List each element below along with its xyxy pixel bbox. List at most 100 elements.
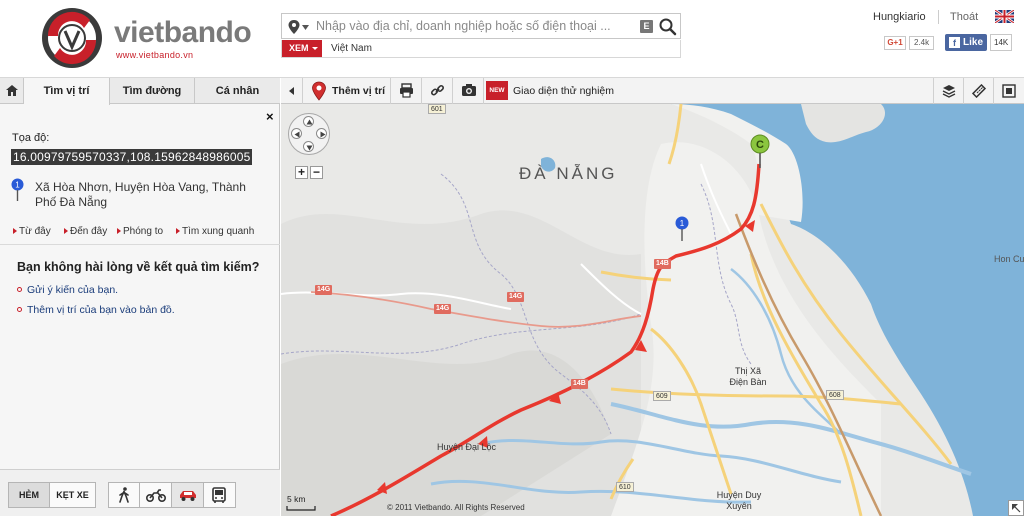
road-shield: 14B [571,379,588,389]
fullscreen-button[interactable] [993,78,1024,104]
send-feedback-link[interactable]: Gửi ý kiến của bạn. [17,284,118,296]
from-here-link[interactable]: Từ đây [13,226,51,237]
layers-icon [942,85,956,98]
measure-button[interactable] [963,78,993,104]
add-location-link[interactable]: Thêm vị trí của bạn vào bản đồ. [17,304,175,316]
to-here-link[interactable]: Đến đây [64,226,107,237]
logo[interactable]: vietbando www.vietbando.vn [40,6,260,72]
tab-personal[interactable]: Cá nhân [195,78,280,104]
layers-button[interactable] [933,78,963,104]
tab-home[interactable] [0,78,24,104]
mode-motorbike-button[interactable] [140,482,172,508]
divider [938,10,939,24]
tab-find-route[interactable]: Tìm đường [110,78,195,104]
arrow-left-icon [294,131,300,138]
district-label: Huyện Duy Xuyên [716,490,762,511]
logout-link[interactable]: Thoát [950,11,978,23]
result-pin-icon: 1 [11,178,24,201]
divider [0,244,280,245]
print-button[interactable] [391,78,422,104]
map-toolbar: Thêm vị trí NEW Giao diện thử nghiệm [281,78,1024,104]
home-icon [6,85,18,96]
road-shield: 14G [507,292,525,302]
car-icon [180,491,196,501]
arrow-down-icon [306,145,313,151]
fb-like-count: 14K [990,34,1013,51]
search-icon[interactable] [658,17,678,37]
pan-left-button[interactable] [291,128,302,139]
view-button[interactable]: XEM [282,40,322,57]
walk-icon [119,487,129,503]
screenshot-button[interactable] [453,78,484,104]
transport-bar: HẺM KẸT XE [0,469,280,516]
google-plus-button[interactable]: G+1 2.4k [884,36,935,51]
mode-walk-button[interactable] [108,482,140,508]
pan-down-button[interactable] [303,141,314,152]
mode-bus-button[interactable] [204,482,236,508]
triangle-icon [176,228,180,234]
send-feedback-label: Gửi ý kiến của bạn. [27,284,119,296]
area-selector: XEM Việt Nam [281,40,681,58]
location-pin-icon [288,20,300,34]
location-marker-icon[interactable]: 1 [675,216,689,242]
close-icon[interactable]: × [266,109,274,124]
alley-button[interactable]: HẺM [8,482,50,508]
district-label: Huyện Đại Lộc [437,442,497,452]
zoom-to-label: Phóng to [123,226,164,237]
mode-car-button[interactable] [172,482,204,508]
search-nearby-link[interactable]: Tìm xung quanh [176,226,254,237]
zoom-in-button[interactable]: + [295,166,308,179]
facebook-like-button[interactable]: f Like 14K [945,34,1013,51]
pan-up-button[interactable] [303,116,314,127]
link-icon [430,84,445,96]
road-shield: 14G [315,285,333,295]
bullet-icon [17,287,22,292]
left-panel: Tìm vị trí Tìm đường Cá nhân × Tọa độ: 1… [0,78,280,516]
uk-flag-icon[interactable] [995,10,1014,23]
ruler-icon [972,84,986,98]
vietbando-logo-icon [42,8,102,68]
trial-interface-button[interactable]: NEW Giao diện thử nghiệm [484,78,684,104]
marker-number: 1 [680,219,685,228]
coordinate-value[interactable]: 16.00979759570337,108.15962848986005 [11,149,253,165]
road-shield: 608 [826,390,844,400]
to-here-label: Đến đây [70,226,108,237]
share-link-button[interactable] [422,78,453,104]
destination-marker-icon[interactable]: C [749,134,771,168]
minimap-toggle-button[interactable] [1008,500,1024,516]
traffic-jam-button[interactable]: KẸT XE [50,482,96,508]
collapse-panel-button[interactable] [281,78,303,104]
road-shield: 14B [654,259,671,269]
city-label: ĐÀ NẴNG [519,164,618,183]
view-button-label: XEM [289,43,309,53]
from-here-label: Từ đây [19,226,51,237]
triangle-icon [13,228,17,234]
panel-tabs: Tìm vị trí Tìm đường Cá nhân [0,78,280,105]
map-canvas[interactable]: ĐÀ NẴNG Hon Cu Thị Xã Điện Bàn Huyện Đại… [281,104,1024,516]
trial-interface-label: Giao diện thử nghiệm [513,85,615,97]
dropdown-caret-icon[interactable] [302,25,309,30]
gplus-count: 2.4k [909,36,935,50]
triangle-icon [117,228,121,234]
search-input[interactable] [316,17,626,35]
add-location-button[interactable]: Thêm vị trí [303,78,391,104]
map-graphics [281,104,1024,516]
red-pin-icon [312,81,326,101]
triangle-icon [64,228,68,234]
bus-icon [212,487,226,503]
area-value[interactable]: Việt Nam [331,43,372,54]
pan-right-button[interactable] [316,128,327,139]
keyboard-button[interactable]: E [640,20,653,33]
zoom-out-button[interactable]: − [310,166,323,179]
chevron-left-icon [289,87,294,95]
tab-find-location[interactable]: Tìm vị trí [24,78,110,105]
brand-name: vietbando [114,16,252,49]
chevron-down-icon [312,47,318,50]
fb-like-label: Like [963,37,984,48]
gplus-label: G+1 [884,36,906,50]
add-location-label: Thêm vị trí của bạn vào bản đồ. [27,304,175,316]
zoom-to-link[interactable]: Phóng to [117,226,163,237]
result-address: Xã Hòa Nhơn, Huyện Hòa Vang, Thành Phố Đ… [35,180,246,209]
road-shield: 609 [653,391,671,401]
username-link[interactable]: Hungkiario [873,11,926,23]
